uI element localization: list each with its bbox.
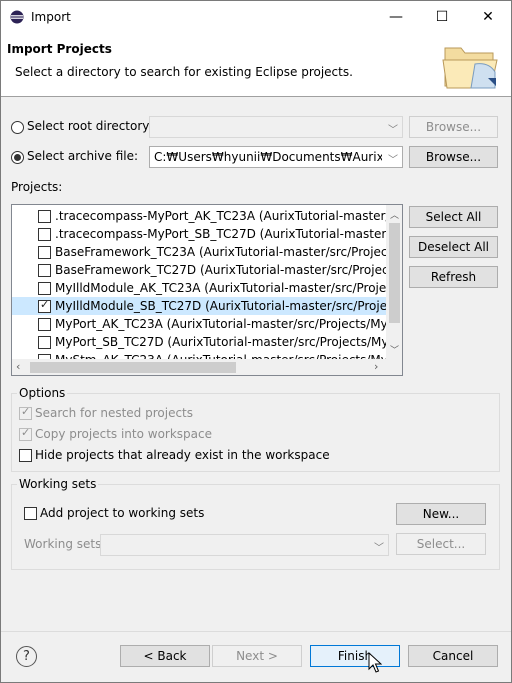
- project-checkbox[interactable]: [38, 228, 51, 241]
- chevron-down-icon: ﹀: [388, 125, 398, 136]
- project-checkbox[interactable]: [38, 318, 51, 331]
- page-title: Import Projects: [7, 42, 112, 56]
- page-description: Select a directory to search for existin…: [15, 65, 353, 79]
- next-label: Next >: [236, 649, 278, 663]
- deselect-all-button[interactable]: Deselect All: [409, 236, 498, 258]
- project-name: MyIlldModule_SB_TC27D (AurixTutorial-mas…: [55, 299, 402, 313]
- copy-into-workspace-label: Copy projects into workspace: [35, 427, 213, 441]
- browse-archive-button[interactable]: Browse...: [409, 146, 498, 168]
- project-checkbox[interactable]: [38, 210, 51, 223]
- refresh-button[interactable]: Refresh: [409, 266, 498, 288]
- project-checkbox[interactable]: [38, 246, 51, 259]
- project-checkbox[interactable]: [38, 282, 51, 295]
- finish-label: Finish: [337, 649, 373, 663]
- back-label: < Back: [143, 649, 187, 663]
- copy-into-workspace-checkbox: [19, 426, 32, 441]
- vertical-scroll-thumb[interactable]: [389, 223, 400, 323]
- project-name: BaseFramework_TC27D (AurixTutorial-maste…: [55, 263, 402, 277]
- archive-file-label: Select archive file:: [27, 149, 139, 163]
- close-icon: ✕: [482, 8, 494, 25]
- help-button[interactable]: ?: [16, 646, 37, 667]
- project-name: MyIlldModule_AK_TC23A (AurixTutorial-mas…: [55, 281, 402, 295]
- finish-button[interactable]: Finish: [310, 645, 400, 667]
- projects-label: Projects:: [11, 180, 63, 194]
- select-working-sets-button: Select...: [396, 533, 486, 555]
- back-button[interactable]: < Back: [120, 645, 210, 667]
- scroll-corner: [386, 359, 402, 375]
- eclipse-icon: [10, 10, 24, 24]
- project-checkbox[interactable]: [38, 264, 51, 277]
- select-all-button[interactable]: Select All: [409, 206, 498, 228]
- root-directory-radio[interactable]: [11, 121, 24, 134]
- project-name: BaseFramework_TC23A (AurixTutorial-maste…: [55, 245, 402, 259]
- select-all-label: Select All: [425, 210, 482, 224]
- project-checkbox[interactable]: [38, 298, 51, 313]
- scroll-up-icon[interactable]: ︿: [390, 208, 399, 221]
- projects-list[interactable]: .tracecompass-MyPort_AK_TC23A (AurixTuto…: [11, 204, 403, 376]
- title-bar: Import — ☐ ✕: [0, 0, 512, 32]
- archive-file-value: C:₩Users₩hyunii₩Documents₩AurixTutorial-…: [154, 150, 382, 164]
- archive-file-combo[interactable]: C:₩Users₩hyunii₩Documents₩AurixTutorial-…: [149, 146, 403, 168]
- next-button: Next >: [212, 645, 302, 667]
- chevron-down-icon: ﹀: [374, 543, 384, 554]
- working-sets-combo: ﹀: [100, 534, 389, 556]
- add-to-working-sets-label: Add project to working sets: [40, 506, 205, 520]
- minimize-button[interactable]: —: [373, 1, 419, 32]
- horizontal-scroll-thumb[interactable]: [30, 362, 236, 373]
- cancel-button[interactable]: Cancel: [408, 645, 498, 667]
- refresh-label: Refresh: [430, 270, 477, 284]
- scroll-down-icon[interactable]: ﹀: [390, 343, 399, 356]
- options-title: Options: [17, 386, 68, 400]
- maximize-button[interactable]: ☐: [419, 1, 465, 32]
- help-icon: ?: [23, 649, 30, 664]
- new-working-set-label: New...: [422, 507, 460, 521]
- working-sets-label: Working sets:: [24, 537, 106, 551]
- select-working-sets-label: Select...: [416, 537, 466, 551]
- cancel-label: Cancel: [432, 649, 474, 663]
- project-name: MyPort_SB_TC27D (AurixTutorial-master/sr…: [55, 335, 402, 349]
- horizontal-scrollbar[interactable]: ‹ ›: [12, 359, 386, 375]
- project-row[interactable]: .tracecompass-MyPort_AK_TC23A (AurixTuto…: [12, 207, 402, 225]
- project-row[interactable]: .tracecompass-MyPort_SB_TC27D (AurixTuto…: [12, 225, 402, 243]
- vertical-scrollbar[interactable]: ︿ ﹀: [386, 205, 402, 359]
- browse-root-label: Browse...: [425, 120, 482, 134]
- search-nested-checkbox: [19, 405, 32, 420]
- scroll-right-icon[interactable]: ›: [374, 360, 378, 373]
- close-button[interactable]: ✕: [465, 1, 511, 32]
- new-working-set-button[interactable]: New...: [396, 503, 486, 525]
- root-directory-combo: ﹀: [149, 116, 403, 138]
- project-name: MyPort_AK_TC23A (AurixTutorial-master/sr…: [55, 317, 402, 331]
- search-nested-label: Search for nested projects: [35, 406, 194, 420]
- maximize-icon: ☐: [435, 8, 449, 25]
- hide-existing-label: Hide projects that already exist in the …: [35, 448, 330, 462]
- archive-file-radio[interactable]: [11, 151, 24, 164]
- root-directory-label: Select root directory:: [27, 119, 153, 133]
- project-row[interactable]: MyIlldModule_SB_TC27D (AurixTutorial-mas…: [12, 297, 402, 315]
- add-to-working-sets-checkbox[interactable]: [24, 507, 37, 520]
- folder-icon: [442, 47, 498, 89]
- project-row[interactable]: BaseFramework_TC27D (AurixTutorial-maste…: [12, 261, 402, 279]
- project-name: .tracecompass-MyPort_SB_TC27D (AurixTuto…: [55, 227, 403, 241]
- browse-root-button: Browse...: [409, 116, 498, 138]
- minimize-icon: —: [389, 8, 403, 25]
- scroll-left-icon[interactable]: ‹: [16, 360, 20, 373]
- window-title: Import: [31, 10, 71, 24]
- working-sets-group: [11, 484, 500, 570]
- chevron-down-icon[interactable]: ﹀: [388, 151, 398, 166]
- footer-divider: [0, 631, 512, 632]
- working-sets-title: Working sets: [17, 477, 99, 491]
- project-row[interactable]: BaseFramework_TC23A (AurixTutorial-maste…: [12, 243, 402, 261]
- project-row[interactable]: MyPort_AK_TC23A (AurixTutorial-master/sr…: [12, 315, 402, 333]
- banner-divider: [1, 96, 511, 97]
- project-row[interactable]: MyPort_SB_TC27D (AurixTutorial-master/sr…: [12, 333, 402, 351]
- project-row[interactable]: MyIlldModule_AK_TC23A (AurixTutorial-mas…: [12, 279, 402, 297]
- browse-archive-label: Browse...: [425, 150, 482, 164]
- wizard-banner: Import Projects Select a directory to se…: [1, 32, 511, 96]
- project-checkbox[interactable]: [38, 336, 51, 349]
- project-name: .tracecompass-MyPort_AK_TC23A (AurixTuto…: [55, 209, 403, 223]
- deselect-all-label: Deselect All: [418, 240, 489, 254]
- hide-existing-checkbox[interactable]: [19, 449, 32, 462]
- mouse-cursor-icon: [368, 652, 382, 673]
